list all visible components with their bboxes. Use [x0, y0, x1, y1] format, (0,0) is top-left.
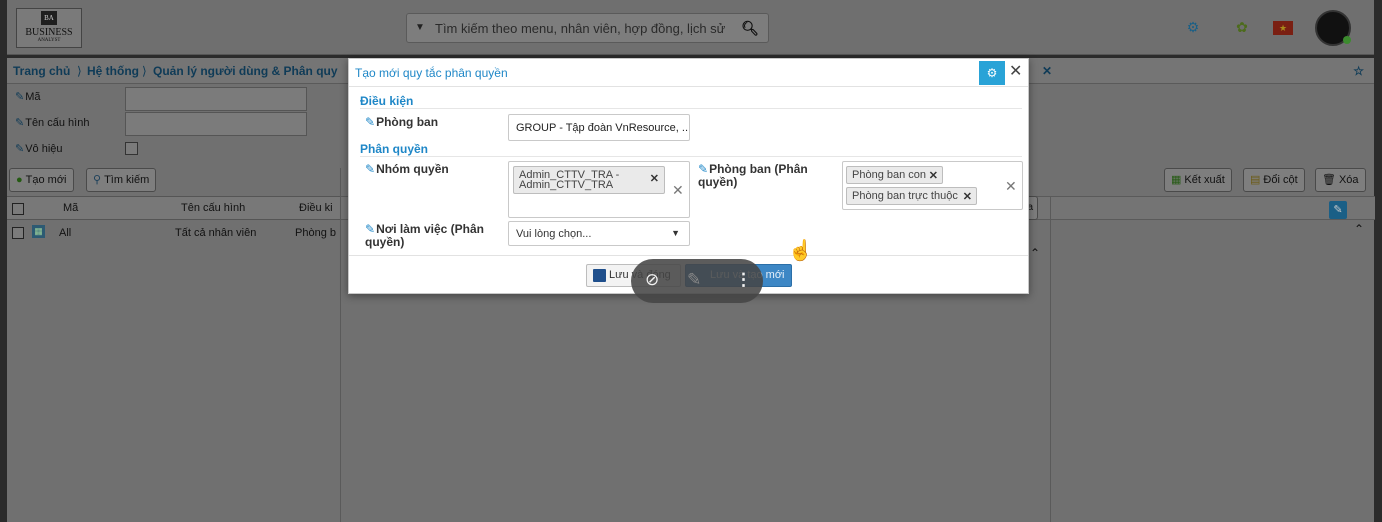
remove-tag-icon[interactable]: ✕: [650, 174, 659, 185]
user-avatar[interactable]: [1315, 10, 1351, 46]
selected-tag: Phòng ban trực thuộc ✕: [846, 187, 977, 205]
pencil-icon: ✎: [365, 222, 376, 236]
new-button[interactable]: ● Tạo mới: [9, 168, 74, 192]
search-scope-dropdown-icon[interactable]: ▼: [415, 22, 425, 33]
workplace-label: ✎Nơi làm việc (Phân quyền): [365, 222, 484, 249]
dialog-title: Tạo mới quy tắc phân quyền: [355, 66, 508, 80]
workplace-placeholder: Vui lòng chọn...: [516, 228, 592, 240]
table-row[interactable]: ▦ All Tất cả nhân viên Phòng b: [7, 222, 340, 244]
top-bar: BA BUSINESS ANALYST ▼ 🔍︎ ⚙ ✿ ★: [7, 0, 1374, 55]
department-select[interactable]: GROUP - Tập đoàn VnResource, ...: [508, 114, 690, 141]
disabled-checkbox[interactable]: [125, 142, 138, 155]
pencil-icon: ✎: [698, 162, 709, 176]
breadcrumb-page[interactable]: Quản lý người dùng & Phân quy: [153, 64, 338, 78]
column-header-code[interactable]: Mã: [63, 202, 78, 214]
close-icon[interactable]: ✕: [1009, 62, 1022, 82]
search-button-label: Tìm kiếm: [104, 174, 150, 186]
code-input[interactable]: [125, 87, 307, 111]
column-header-condition[interactable]: Điều ki: [299, 202, 333, 214]
logo-sub: ANALYST: [37, 38, 61, 43]
pencil-icon: ✎: [365, 162, 376, 176]
permission-group-label: ✎Nhóm quyền: [365, 162, 449, 176]
pointer-off-icon[interactable]: ⊘: [645, 269, 659, 291]
breadcrumb-home[interactable]: Trang chủ: [13, 64, 70, 78]
hand-cursor-icon: ☝: [788, 240, 813, 262]
chevron-down-icon: ▼: [671, 228, 680, 238]
permission-group-multiselect[interactable]: Admin_CTTV_TRA - Admin_CTTV_TRA ✕ ✕: [508, 161, 690, 218]
panel-divider: [1050, 196, 1051, 522]
select-all-checkbox[interactable]: [12, 203, 24, 215]
favorite-star-icon[interactable]: ☆: [1353, 64, 1364, 78]
clear-selection-icon[interactable]: ✕: [672, 182, 684, 199]
row-condition: Phòng b: [295, 227, 336, 239]
selected-tag: Admin_CTTV_TRA - Admin_CTTV_TRA ✕: [513, 166, 665, 194]
workplace-select[interactable]: Vui lòng chọn... ▼: [508, 221, 690, 246]
row-type-icon: ▦: [32, 225, 45, 238]
row-code: All: [59, 227, 72, 239]
section-condition: Điều kiện: [360, 94, 414, 108]
more-options-icon[interactable]: ⋮: [735, 269, 752, 291]
selected-tag-label: Admin_CTTV_TRA - Admin_CTTV_TRA: [519, 169, 620, 191]
vietnam-flag-icon[interactable]: ★: [1273, 21, 1293, 35]
grid-header: Mã Tên cấu hình Điều ki: [7, 196, 340, 220]
close-tab-icon[interactable]: ✕: [1042, 64, 1052, 78]
screen-recorder-overlay: ⊘ ✎ ⋮: [631, 259, 763, 303]
selected-tag-label: Phòng ban con: [852, 169, 927, 181]
plus-circle-icon: ●: [16, 174, 23, 186]
row-config-name: Tất cả nhân viên: [175, 227, 257, 239]
config-name-input[interactable]: [125, 112, 307, 136]
dialog-footer-divider: [349, 255, 1028, 256]
logo-mark: BA: [41, 11, 57, 25]
section-divider: [360, 108, 1022, 109]
disabled-label: Vô hiệu: [15, 142, 62, 155]
search-icon[interactable]: 🔍︎: [741, 20, 759, 37]
global-search[interactable]: ▼ 🔍︎: [406, 13, 769, 43]
remove-tag-icon[interactable]: ✕: [963, 190, 972, 203]
search-button[interactable]: ⚲ Tìm kiếm: [86, 168, 157, 192]
new-button-label: Tạo mới: [25, 174, 67, 186]
mic-off-icon[interactable]: ✎: [687, 269, 701, 291]
config-name-label: Tên cấu hình: [15, 116, 89, 129]
code-label: Mã: [15, 90, 40, 103]
plant-icon[interactable]: ✿: [1233, 18, 1251, 36]
dialog-header: Tạo mới quy tắc phân quyền ⚙ ✕: [349, 59, 1028, 87]
selected-tag: Phòng ban con ✕: [846, 166, 943, 184]
selected-tag-label: Phòng ban trực thuộc: [852, 190, 958, 202]
remove-tag-icon[interactable]: ✕: [929, 169, 938, 182]
search-input[interactable]: [435, 18, 740, 38]
pencil-icon: ✎: [365, 115, 376, 129]
online-status-dot: [1343, 36, 1351, 44]
logo-name: BUSINESS: [25, 27, 73, 38]
section-divider: [360, 156, 1022, 157]
column-header-config-name[interactable]: Tên cấu hình: [181, 202, 245, 214]
collapse-icon[interactable]: ⌃: [1030, 246, 1040, 260]
settings-icon[interactable]: ⚙: [1184, 18, 1202, 36]
company-logo[interactable]: BA BUSINESS ANALYST: [16, 8, 82, 48]
perm-department-label: ✎Phòng ban (Phân quyền): [698, 162, 808, 189]
edit-icon[interactable]: ✎: [1329, 201, 1347, 219]
perm-department-multiselect[interactable]: Phòng ban con ✕ Phòng ban trực thuộc ✕ ✕: [842, 161, 1023, 210]
department-label: ✎Phòng ban: [365, 115, 439, 129]
section-permission: Phân quyền: [360, 142, 429, 156]
row-checkbox[interactable]: [12, 227, 24, 239]
clear-selection-icon[interactable]: ✕: [1005, 178, 1017, 195]
magnifier-icon: ⚲: [93, 174, 102, 186]
scroll-up-icon[interactable]: ⌃: [1354, 222, 1364, 236]
breadcrumb-system[interactable]: Hệ thống: [87, 64, 139, 78]
dialog-settings-icon[interactable]: ⚙: [979, 61, 1005, 85]
floppy-disk-icon: [593, 269, 606, 282]
